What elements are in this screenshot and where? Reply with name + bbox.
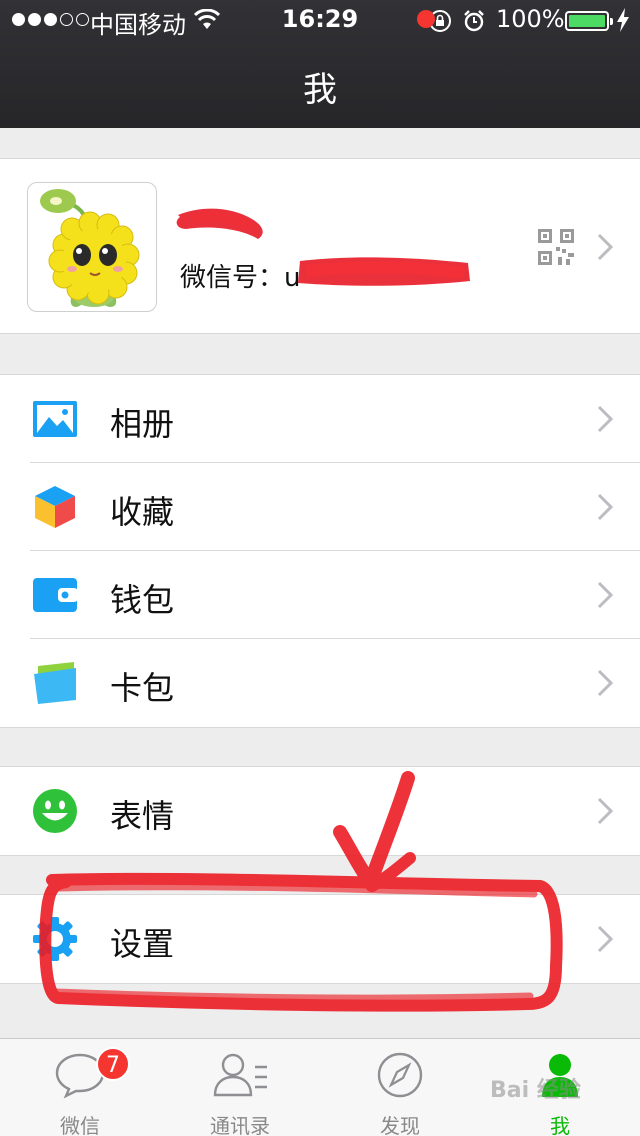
card-wallet-icon (34, 662, 76, 704)
tab-me-label: 我 (550, 1114, 570, 1136)
contacts-icon (213, 1053, 267, 1097)
menu-group-main: 相册 收藏 钱包 卡包 (0, 374, 640, 728)
favorites-cube-icon (35, 486, 75, 528)
profile-card[interactable]: 微信号：u (0, 158, 640, 334)
menu-item-stickers-label: 表情 (110, 797, 175, 835)
wechat-id-label: 微信号：u (180, 263, 301, 293)
menu-group-settings: 设置 (0, 894, 640, 984)
menu-item-stickers[interactable]: 表情 (0, 767, 640, 855)
menu-item-cards-label: 卡包 (110, 669, 175, 707)
profile-chevron-right-icon (597, 233, 614, 261)
album-icon (33, 401, 77, 437)
menu-item-settings[interactable]: 设置 (0, 895, 640, 983)
menu-item-favorites[interactable]: 收藏 (0, 463, 640, 551)
chevron-right-icon (597, 493, 614, 521)
battery-percentage: 100% (496, 5, 565, 33)
top-bar: 中国移动 16:29 100% 我 (0, 0, 640, 128)
avatar-image (40, 189, 140, 307)
compass-icon (377, 1052, 423, 1098)
battery-icon (565, 11, 613, 31)
menu-group-stickers: 表情 (0, 766, 640, 856)
menu-item-album[interactable]: 相册 (0, 375, 640, 463)
menu-item-favorites-label: 收藏 (110, 493, 175, 531)
menu-item-album-label: 相册 (110, 405, 175, 443)
baidu-watermark: Bai 经验 (490, 1078, 581, 1103)
menu-item-cards[interactable]: 卡包 (0, 639, 640, 727)
redacted-wechat-id-scribble (298, 257, 470, 286)
menu-item-wallet[interactable]: 钱包 (0, 551, 640, 639)
tab-contacts-label: 通讯录 (210, 1114, 270, 1136)
status-bar: 中国移动 16:29 100% (0, 0, 640, 40)
charging-icon (617, 8, 629, 32)
tab-discover-label: 发现 (380, 1114, 420, 1136)
menu-item-settings-label: 设置 (110, 925, 175, 963)
menu-item-wallet-label: 钱包 (110, 581, 175, 619)
smiley-face-icon (33, 789, 77, 833)
tab-contacts[interactable]: 通讯录 (160, 1039, 320, 1136)
tab-discover[interactable]: 发现 (320, 1039, 480, 1136)
chevron-right-icon (597, 797, 614, 825)
tab-chats-label: 微信 (60, 1114, 100, 1136)
unread-count-badge: 7 (96, 1047, 130, 1081)
chevron-right-icon (597, 669, 614, 697)
qr-code-icon[interactable] (538, 229, 574, 265)
redacted-nickname-scribble (176, 208, 263, 239)
page-title: 我 (303, 70, 337, 110)
chevron-right-icon (597, 405, 614, 433)
discover-new-dot (417, 10, 435, 28)
avatar[interactable] (27, 182, 157, 312)
tab-chats[interactable]: 7 微信 (0, 1039, 160, 1136)
gear-icon (33, 917, 77, 961)
alarm-icon (464, 10, 484, 32)
chevron-right-icon (597, 581, 614, 609)
wallet-icon (33, 578, 78, 612)
chevron-right-icon (597, 925, 614, 953)
